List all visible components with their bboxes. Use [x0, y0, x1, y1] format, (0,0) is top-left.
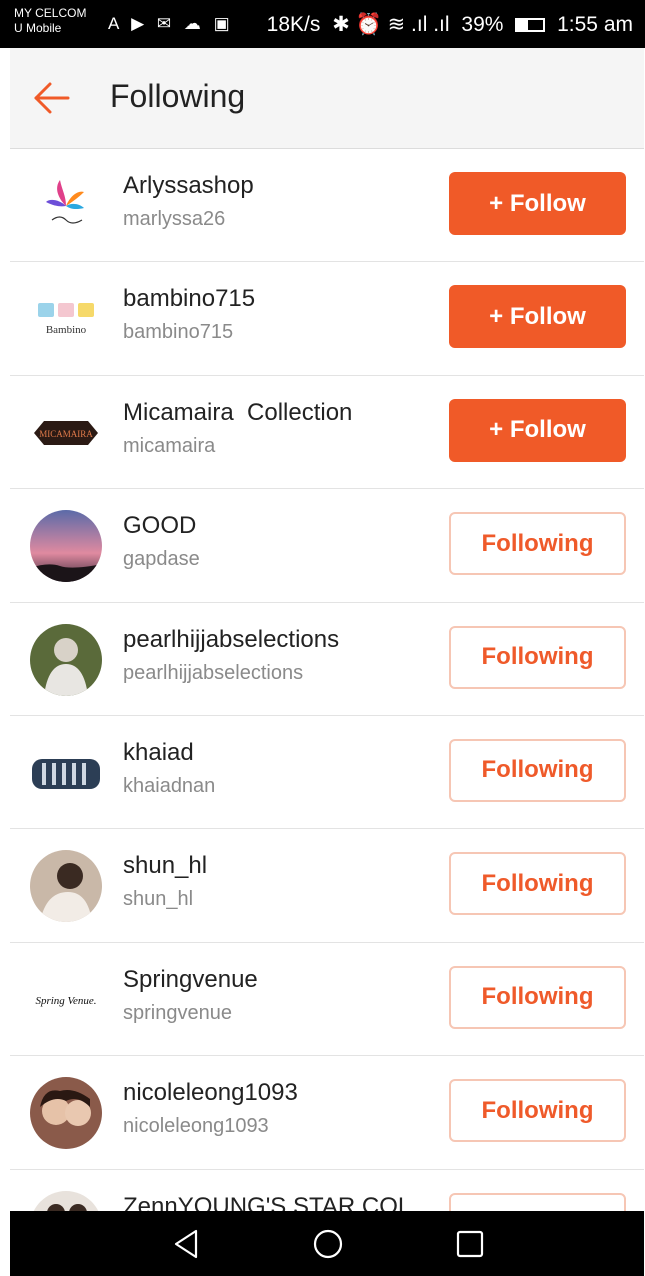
bottles-logo-icon [30, 736, 102, 809]
user-name: khaiad [123, 738, 194, 766]
profile-photo-icon [30, 1077, 102, 1150]
app-bar: Following [10, 48, 644, 149]
avatar[interactable]: MICAMAIRA [30, 396, 102, 469]
following-button[interactable]: Following [449, 738, 626, 802]
list-item[interactable]: GOOD gapdase Following [10, 489, 644, 603]
user-handle: nicoleleong1093 [123, 1115, 269, 1138]
avatar[interactable] [30, 1077, 102, 1150]
avatar[interactable] [30, 1190, 102, 1211]
avatar[interactable] [30, 510, 102, 583]
user-name: GOOD [123, 512, 197, 540]
springvenue-logo-icon: Spring Venue. [30, 963, 102, 1036]
following-button[interactable]: Following [449, 625, 626, 689]
user-name: bambino715 [123, 285, 256, 313]
user-name: pearlhijjabselections [123, 625, 340, 653]
profile-photo-icon [30, 850, 102, 923]
following-button[interactable]: Following [449, 852, 626, 916]
battery-level: 39% [461, 13, 504, 36]
following-button[interactable]: Following [449, 512, 626, 576]
list-item[interactable]: shun_hl shun_hl Following [10, 829, 644, 943]
list-item[interactable]: pearlhijjabselections pearlhijjabselecti… [10, 603, 644, 716]
user-name: shun_hl [123, 852, 208, 880]
user-name: ZennYOUNG'S STAR COL [123, 1192, 412, 1211]
back-arrow-icon[interactable] [32, 78, 72, 118]
user-name: Micamaira Collection [123, 398, 353, 426]
user-name: Arlyssashop [123, 172, 254, 199]
user-handle: gapdase [123, 548, 200, 571]
list-item[interactable]: MICAMAIRA Micamaira Collection micamaira… [10, 376, 644, 490]
avatar[interactable]: Bambino [30, 283, 102, 356]
user-handle: pearlhijjabselections [123, 661, 304, 684]
following-button[interactable]: Following [449, 965, 626, 1029]
status-right: 18K/s ✱ ⏰ ≋ .ıl .ıl 39% 1:55 am [261, 12, 633, 37]
following-list[interactable]: Arlyssashop marlyssa26 + Follow Bambino … [10, 149, 644, 1211]
profile-photo-icon [30, 623, 102, 696]
battery-icon [515, 18, 546, 33]
network-speed: 18K/s [266, 13, 321, 36]
status-bar: MY CELCOM U Mobile A ▶ ✉ ☁ ▣ 18K/s ✱ ⏰ ≋… [0, 0, 645, 48]
sunset-photo-icon [30, 510, 102, 583]
follow-button[interactable]: + Follow [449, 398, 626, 462]
clock: 1:55 am [557, 13, 633, 36]
avatar[interactable] [30, 170, 102, 242]
following-button[interactable] [449, 1192, 626, 1211]
page-title: Following [110, 78, 246, 114]
user-handle: shun_hl [123, 888, 194, 911]
user-name: nicoleleong1093 [123, 1079, 298, 1107]
avatar[interactable] [30, 736, 102, 809]
bambino-logo-text: Bambino [46, 324, 87, 336]
following-button[interactable]: Following [449, 1079, 626, 1143]
system-icons: ✱ ⏰ ≋ .ıl .ıl [332, 13, 450, 36]
user-handle: khaiadnan [123, 774, 216, 797]
follow-button[interactable]: + Follow [449, 285, 626, 349]
recents-square-icon[interactable] [453, 1227, 487, 1261]
user-handle: marlyssa26 [123, 208, 226, 230]
follow-button[interactable]: + Follow [449, 172, 626, 235]
list-item[interactable]: ZennYOUNG'S STAR COL [10, 1170, 644, 1211]
user-handle: springvenue [123, 1001, 232, 1024]
user-handle: bambino715 [123, 321, 234, 344]
notification-icons: A ▶ ✉ ☁ ▣ [108, 14, 234, 33]
system-nav-bar [10, 1211, 644, 1276]
springvenue-logo-text: Spring Venue. [35, 995, 96, 1007]
micamaira-logo-text: MICAMAIRA [39, 429, 93, 439]
carrier-line-2: U Mobile [14, 21, 62, 35]
list-item[interactable]: Spring Venue. Springvenue springvenue Fo… [10, 943, 644, 1057]
list-item[interactable]: nicoleleong1093 nicoleleong1093 Followin… [10, 1056, 644, 1170]
avatar[interactable] [30, 850, 102, 923]
back-triangle-icon[interactable] [170, 1227, 204, 1261]
avatar[interactable]: Spring Venue. [30, 963, 102, 1036]
micamaira-logo-icon: MICAMAIRA [30, 396, 102, 469]
home-circle-icon[interactable] [311, 1227, 345, 1261]
bambino-logo-icon: Bambino [30, 283, 102, 356]
list-item[interactable]: Arlyssashop marlyssa26 + Follow [10, 149, 644, 263]
list-item[interactable]: khaiad khaiadnan Following [10, 716, 644, 830]
arlyssashop-logo-icon [30, 170, 102, 242]
list-item[interactable]: Bambino bambino715 bambino715 + Follow [10, 262, 644, 376]
carrier-line-1: MY CELCOM [14, 6, 87, 20]
profile-photo-icon [30, 1190, 102, 1211]
avatar[interactable] [30, 623, 102, 696]
carrier-label: MY CELCOM U Mobile [14, 6, 86, 36]
user-handle: micamaira [123, 434, 216, 457]
user-name: Springvenue [123, 965, 258, 993]
